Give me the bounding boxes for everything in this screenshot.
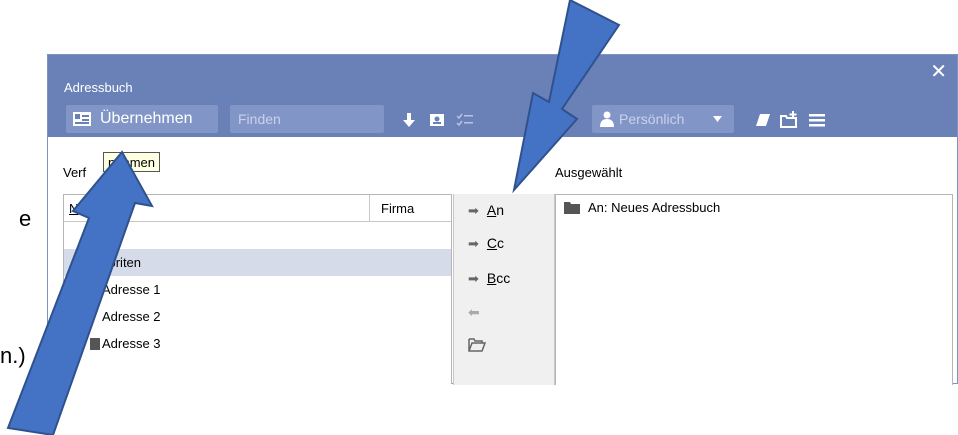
annotation-arrow-down: [512, 0, 621, 194]
annotation-arrow-up: [6, 150, 154, 435]
annotation-overlay: [6, 0, 621, 435]
